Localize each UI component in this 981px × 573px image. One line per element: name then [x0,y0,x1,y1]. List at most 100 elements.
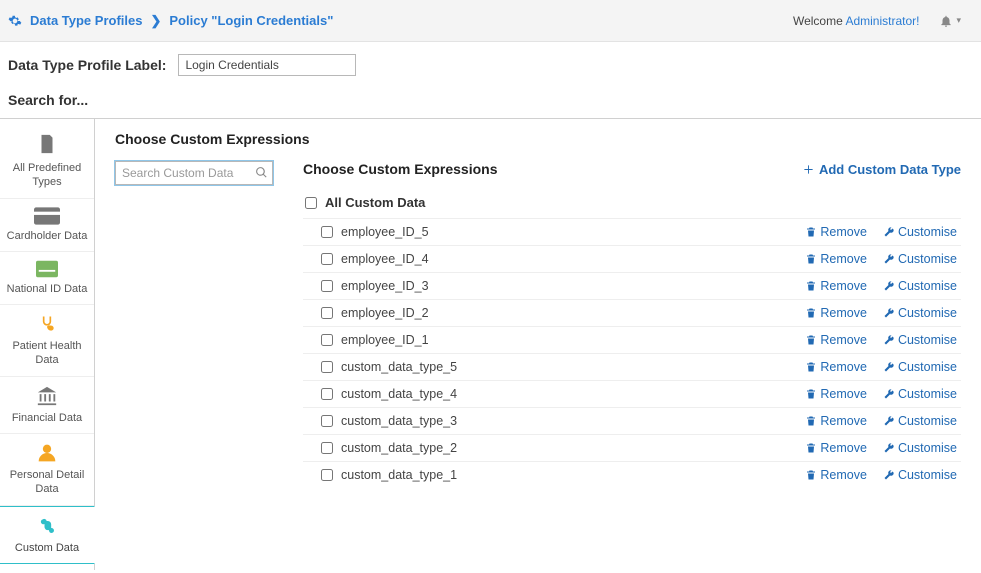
item-name: employee_ID_4 [341,252,789,266]
sidebar-item-financial[interactable]: Financial Data [0,377,94,434]
search-box-wrap [115,161,273,488]
item-checkbox[interactable] [321,253,333,265]
notifications-menu[interactable]: ▾ [939,14,961,28]
customise-button[interactable]: Customise [883,306,957,320]
remove-label: Remove [820,333,867,347]
label-row: Data Type Profile Label: [0,42,981,86]
person-icon [37,442,57,464]
customise-button[interactable]: Customise [883,387,957,401]
sidebar: All Predefined Types Cardholder Data Nat… [0,119,95,570]
remove-button[interactable]: Remove [805,414,867,428]
remove-label: Remove [820,306,867,320]
item-checkbox[interactable] [321,388,333,400]
wrench-icon [883,442,895,454]
remove-label: Remove [820,441,867,455]
customise-label: Customise [898,441,957,455]
breadcrumb-root[interactable]: Data Type Profiles [30,13,142,28]
item-checkbox[interactable] [321,415,333,427]
remove-button[interactable]: Remove [805,468,867,482]
sidebar-item-label: National ID Data [4,282,90,296]
customise-label: Customise [898,414,957,428]
customise-button[interactable]: Customise [883,468,957,482]
add-custom-type-button[interactable]: Add Custom Data Type [803,162,961,177]
customise-button[interactable]: Customise [883,279,957,293]
sidebar-item-patient[interactable]: Patient Health Data [0,305,94,377]
customise-label: Customise [898,333,957,347]
welcome-prefix: Welcome [793,14,845,28]
trash-icon [805,307,817,319]
remove-label: Remove [820,225,867,239]
remove-button[interactable]: Remove [805,279,867,293]
customise-button[interactable]: Customise [883,225,957,239]
item-checkbox[interactable] [321,442,333,454]
remove-button[interactable]: Remove [805,306,867,320]
item-checkbox[interactable] [321,361,333,373]
list-item: employee_ID_4 Remove Customise [303,245,961,272]
caret-down-icon: ▾ [956,15,961,26]
breadcrumb-current[interactable]: Policy "Login Credentials" [169,13,333,28]
customise-button[interactable]: Customise [883,441,957,455]
remove-button[interactable]: Remove [805,441,867,455]
customise-button[interactable]: Customise [883,414,957,428]
remove-button[interactable]: Remove [805,360,867,374]
trash-icon [805,280,817,292]
customise-button[interactable]: Customise [883,333,957,347]
remove-button[interactable]: Remove [805,387,867,401]
item-checkbox[interactable] [321,307,333,319]
remove-label: Remove [820,279,867,293]
top-bar-right: Welcome Administrator! ▾ [793,14,961,28]
remove-label: Remove [820,387,867,401]
content: Choose Custom Expressions Choose Custom … [95,119,981,570]
list-item: employee_ID_2 Remove Customise [303,299,961,326]
expressions-header: Choose Custom Expressions Add Custom Dat… [303,161,961,177]
sidebar-item-personal[interactable]: Personal Detail Data [0,434,94,506]
search-for-heading: Search for... [0,86,981,119]
item-name: custom_data_type_3 [341,414,789,428]
stethoscope-icon [37,313,57,335]
remove-button[interactable]: Remove [805,225,867,239]
sidebar-item-national-id[interactable]: National ID Data [0,252,94,305]
remove-label: Remove [820,468,867,482]
sidebar-item-custom[interactable]: Custom Data [0,506,95,564]
remove-label: Remove [820,252,867,266]
remove-label: Remove [820,360,867,374]
item-checkbox[interactable] [321,280,333,292]
list-item: custom_data_type_1RemoveCustomise [303,461,961,488]
trash-icon [805,442,817,454]
list-item: custom_data_type_2RemoveCustomise [303,434,961,461]
customise-button[interactable]: Customise [883,252,957,266]
item-checkbox[interactable] [321,469,333,481]
item-name: employee_ID_2 [341,306,789,320]
add-label-text: Add Custom Data Type [819,162,961,177]
credit-card-icon [34,207,60,225]
sidebar-item-predefined[interactable]: All Predefined Types [0,123,94,199]
list-item: custom_data_type_3 Remove Customise [303,407,961,434]
remove-button[interactable]: Remove [805,252,867,266]
item-checkbox[interactable] [321,226,333,238]
page-title: Choose Custom Expressions [115,131,961,147]
remove-button[interactable]: Remove [805,333,867,347]
customise-label: Customise [898,279,957,293]
item-checkbox[interactable] [321,334,333,346]
customise-button[interactable]: Customise [883,360,957,374]
profile-label-text: Data Type Profile Label: [8,57,166,73]
sidebar-item-label: Patient Health Data [4,339,90,368]
trash-icon [805,415,817,427]
bell-icon [939,14,953,28]
sidebar-item-label: Cardholder Data [4,229,90,243]
remove-label: Remove [820,414,867,428]
profile-label-input[interactable] [178,54,356,76]
all-custom-checkbox[interactable] [305,197,317,209]
list-item: custom_data_type_5RemoveCustomise [303,353,961,380]
wrench-icon [883,361,895,373]
wrench-icon [883,307,895,319]
document-icon [36,131,58,157]
customise-label: Customise [898,306,957,320]
sidebar-item-cardholder[interactable]: Cardholder Data [0,199,94,252]
welcome-user[interactable]: Administrator! [845,14,919,28]
customise-label: Customise [898,252,957,266]
wrench-icon [883,280,895,292]
search-input[interactable] [115,161,273,185]
all-custom-row: All Custom Data [303,195,961,218]
customise-label: Customise [898,360,957,374]
